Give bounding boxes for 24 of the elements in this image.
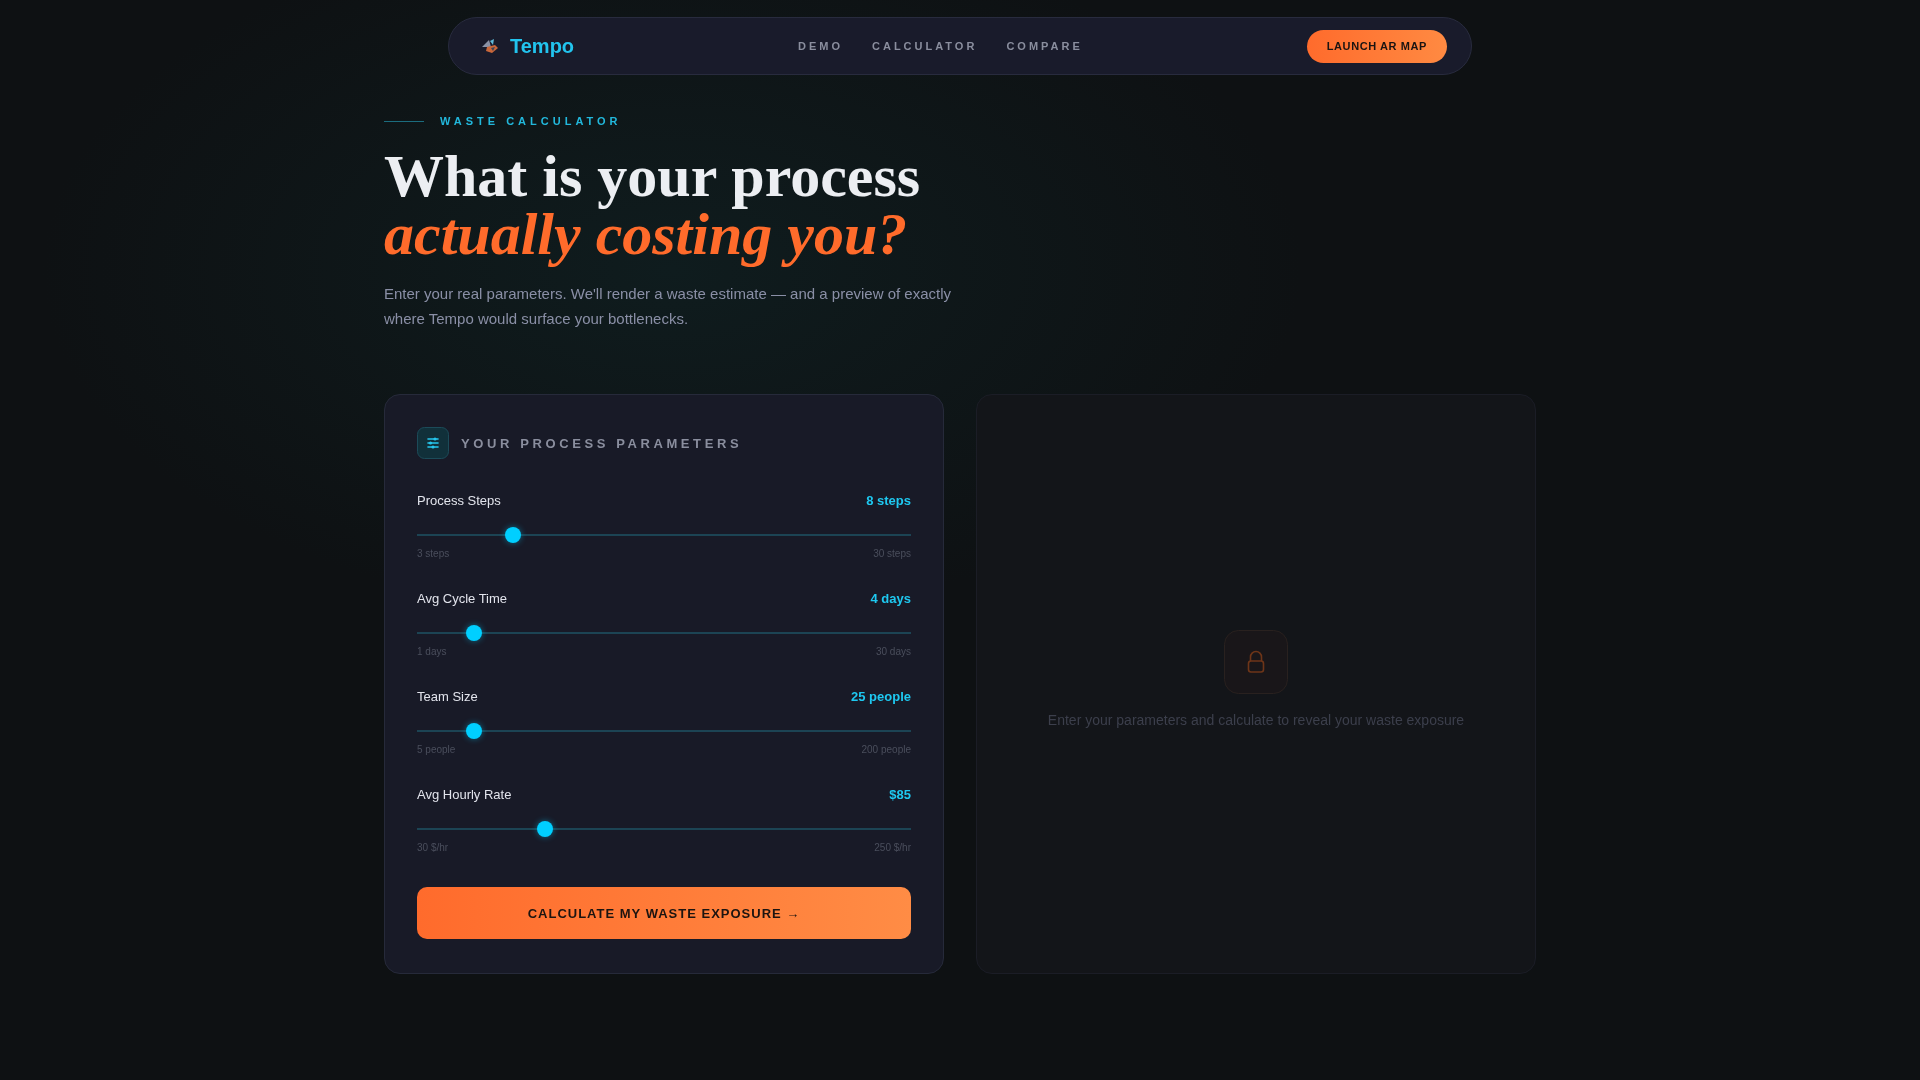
slider-thumb[interactable] [466, 625, 483, 641]
launch-button[interactable]: LAUNCH AR MAP [1306, 29, 1447, 63]
logo-icon[interactable] [481, 38, 499, 54]
slider-label: Process Steps [417, 492, 501, 508]
calculate-button[interactable]: CALCULATE MY WASTE EXPOSURE → [417, 887, 911, 939]
nav-link[interactable]: COMPARE [1006, 40, 1083, 52]
brand-name[interactable]: Tempo [510, 34, 575, 58]
sliders-icon [417, 427, 449, 459]
slider-value: 8 steps [866, 492, 911, 508]
panel-title: YOUR PROCESS PARAMETERS [461, 435, 743, 451]
slider-thumb[interactable] [466, 723, 483, 739]
slider-label: Team Size [417, 688, 478, 704]
section-eyebrow: WASTE CALCULATOR [440, 115, 622, 127]
slider-label: Avg Cycle Time [417, 590, 508, 606]
slider-value: 25 people [851, 688, 911, 704]
nav-link[interactable]: CALCULATOR [872, 40, 978, 52]
slider-thumb[interactable] [505, 527, 522, 543]
slider-value: 4 days [870, 590, 911, 606]
slider-value: $85 [889, 786, 911, 802]
slider-thumb[interactable] [536, 821, 553, 837]
nav-link[interactable]: DEMO [798, 40, 843, 52]
slider-label: Avg Hourly Rate [417, 786, 512, 802]
padlock-icon [1224, 630, 1288, 694]
intro-text: Enter your real parameters. We'll render a waste estimate — and a preview of exactly where Tempo would surface your bottlenecks. [384, 284, 952, 329]
